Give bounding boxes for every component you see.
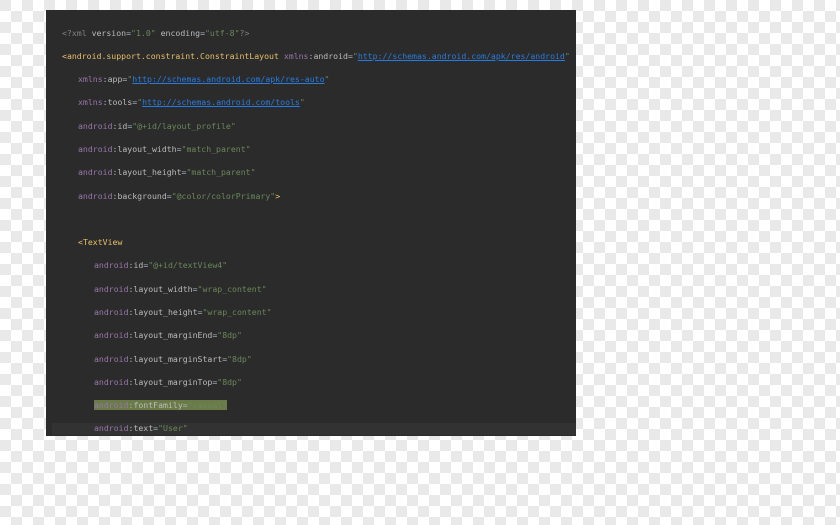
attr-line: android:id="@+id/textView4" bbox=[52, 260, 576, 272]
code-editor[interactable]: <?xml version="1.0" encoding="utf-8"?> <… bbox=[46, 10, 576, 436]
xml-declaration: <?xml version="1.0" encoding="utf-8"?> bbox=[52, 28, 576, 40]
root-open: <android.support.constraint.ConstraintLa… bbox=[52, 51, 576, 63]
attr-line: android:fontFamily="casual" bbox=[52, 400, 576, 412]
attr-line: android:id="@+id/layout_profile" bbox=[52, 121, 576, 133]
textview-open: <TextView bbox=[52, 237, 576, 249]
attr-line: android:layout_width="wrap_content" bbox=[52, 284, 576, 296]
attr-line: android:background="@color/colorPrimary"… bbox=[52, 191, 576, 203]
blank-line bbox=[52, 214, 576, 226]
attr-line: android:layout_marginStart="8dp" bbox=[52, 354, 576, 366]
attr-line: android:layout_marginEnd="8dp" bbox=[52, 330, 576, 342]
attr-line: android:layout_marginTop="8dp" bbox=[52, 377, 576, 389]
attr-line: android:layout_width="match_parent" bbox=[52, 144, 576, 156]
attr-line: xmlns:app="http://schemas.android.com/ap… bbox=[52, 74, 576, 86]
attr-line: xmlns:tools="http://schemas.android.com/… bbox=[52, 97, 576, 109]
attr-line: android:layout_height="match_parent" bbox=[52, 167, 576, 179]
attr-line-caret: android:text="User" bbox=[52, 423, 576, 435]
attr-line: android:layout_height="wrap_content" bbox=[52, 307, 576, 319]
